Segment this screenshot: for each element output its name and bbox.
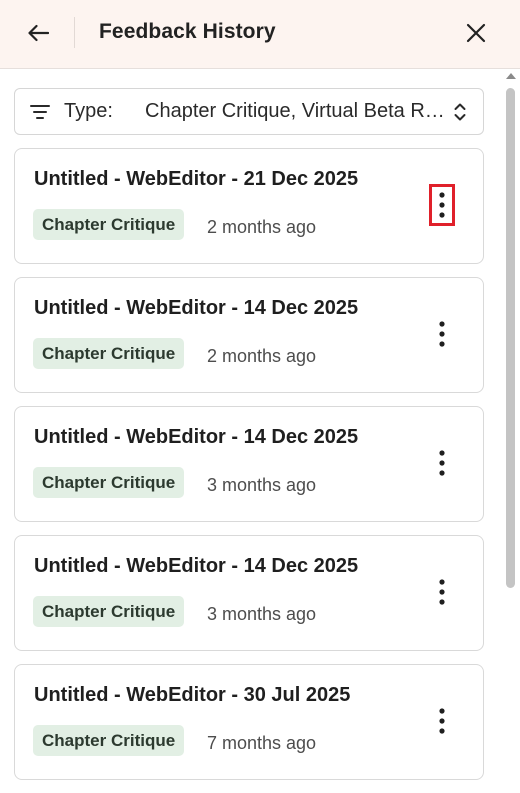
feedback-item-time: 2 months ago	[207, 346, 317, 366]
header-divider	[74, 17, 75, 48]
more-options-button[interactable]	[429, 184, 455, 226]
feedback-item-title: Untitled - WebEditor - 14 Dec 2025	[34, 426, 359, 448]
feedback-item-title: Untitled - WebEditor - 21 Dec 2025	[34, 168, 359, 190]
chevron-up-down-icon	[454, 103, 466, 121]
feedback-item[interactable]: Untitled - WebEditor - 30 Jul 2025 Chapt…	[14, 664, 484, 780]
filter-lines-icon	[30, 105, 50, 119]
feedback-item[interactable]: Untitled - WebEditor - 14 Dec 2025 Chapt…	[14, 277, 484, 393]
more-options-button[interactable]	[429, 442, 455, 484]
filter-value: Chapter Critique, Virtual Beta Readers	[145, 100, 447, 122]
type-badge: Chapter Critique	[33, 596, 185, 627]
type-filter-select[interactable]: Type: Chapter Critique, Virtual Beta Rea…	[14, 88, 484, 135]
feedback-item-time: 3 months ago	[207, 604, 317, 624]
more-options-button[interactable]	[429, 571, 455, 613]
feedback-item[interactable]: Untitled - WebEditor - 14 Dec 2025 Chapt…	[14, 406, 484, 522]
feedback-item-time: 2 months ago	[207, 217, 317, 237]
feedback-item-time: 3 months ago	[207, 475, 317, 495]
feedback-item[interactable]: Untitled - WebEditor - 21 Dec 2025 Chapt…	[14, 148, 484, 264]
panel-header: Feedback History	[0, 0, 520, 69]
type-badge: Chapter Critique	[33, 338, 185, 369]
more-options-button[interactable]	[429, 700, 455, 742]
close-icon	[466, 23, 486, 43]
feedback-item[interactable]: Untitled - WebEditor - 14 Dec 2025 Chapt…	[14, 535, 484, 651]
feedback-item-title: Untitled - WebEditor - 14 Dec 2025	[34, 555, 359, 577]
arrow-left-icon	[28, 24, 49, 42]
more-vertical-icon	[439, 579, 445, 605]
filter-label: Type:	[64, 100, 113, 122]
page-title: Feedback History	[99, 20, 276, 43]
feedback-item-title: Untitled - WebEditor - 30 Jul 2025	[34, 684, 351, 706]
more-vertical-icon	[439, 450, 445, 476]
type-badge: Chapter Critique	[33, 467, 185, 498]
more-options-button[interactable]	[429, 313, 455, 355]
scroll-up-arrow-icon[interactable]	[506, 73, 516, 79]
feedback-item-time: 7 months ago	[207, 733, 317, 753]
close-button[interactable]	[460, 17, 492, 49]
type-badge: Chapter Critique	[33, 209, 185, 240]
more-vertical-icon	[439, 192, 445, 218]
scrollbar-thumb[interactable]	[506, 88, 515, 588]
feedback-item-title: Untitled - WebEditor - 14 Dec 2025	[34, 297, 359, 319]
feedback-list-panel: Type: Chapter Critique, Virtual Beta Rea…	[0, 70, 502, 793]
more-vertical-icon	[439, 321, 445, 347]
type-badge: Chapter Critique	[33, 725, 185, 756]
more-vertical-icon	[439, 708, 445, 734]
back-button[interactable]	[22, 20, 54, 46]
